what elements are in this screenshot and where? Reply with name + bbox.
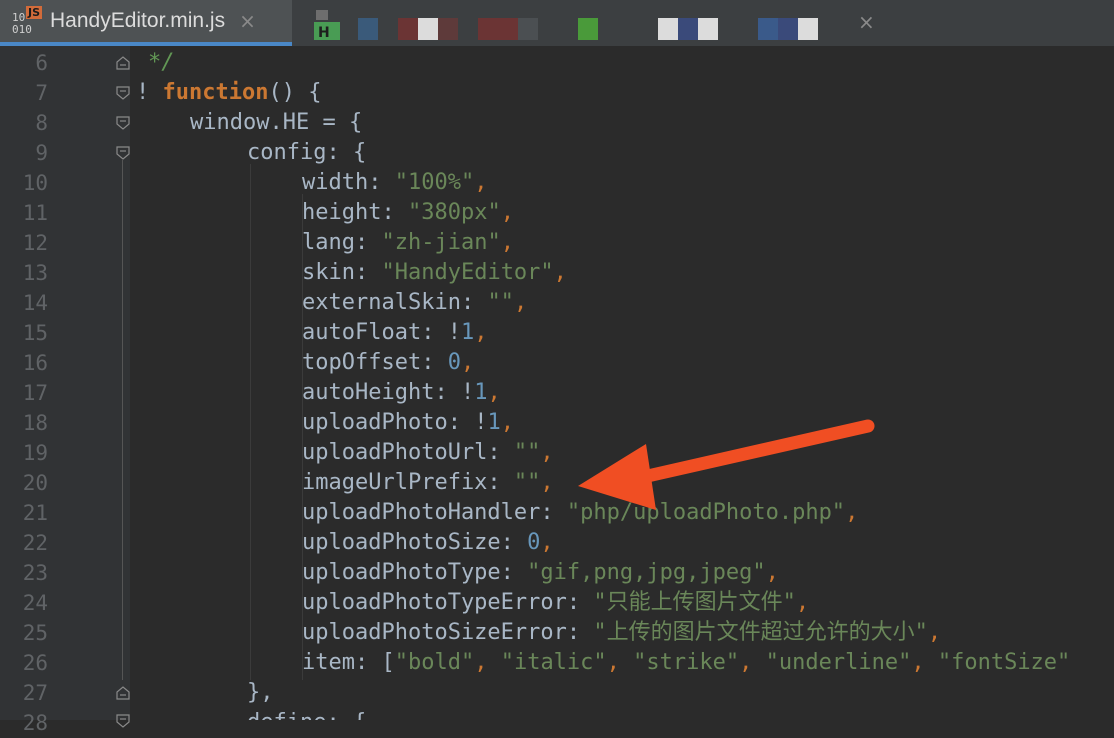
fold-start-icon[interactable] <box>116 116 130 130</box>
line-number: 14 <box>22 291 48 315</box>
code-line-13: skin: "HandyEditor", <box>302 260 567 285</box>
tab-html-file[interactable]: H × <box>292 0 898 46</box>
code-line-8: window.HE = { <box>190 110 363 135</box>
code-line-11: height: "380px", <box>302 200 514 225</box>
fold-guide <box>122 160 123 680</box>
fold-end-icon[interactable] <box>116 686 130 700</box>
line-number: 10 <box>22 171 48 195</box>
fold-end-icon[interactable] <box>116 56 130 70</box>
tab-handyeditor-min-js[interactable]: 10 010 JS HandyEditor.min.js × <box>0 0 292 46</box>
line-number: 8 <box>35 111 48 135</box>
line-number-gutter: 6 7 8 9 10 11 12 13 14 15 16 17 18 19 20… <box>0 46 130 735</box>
code-line-14: externalSkin: "", <box>302 290 528 315</box>
line-number: 9 <box>35 141 48 165</box>
code-line-26: item: ["bold", "italic", "strike", "unde… <box>302 650 1071 675</box>
js-file-icon: 10 010 JS <box>12 4 42 38</box>
code-line-6: */ <box>148 50 175 75</box>
line-number: 15 <box>22 321 48 345</box>
close-icon[interactable]: × <box>858 10 875 34</box>
js-file-icon-badge: JS <box>25 6 42 19</box>
code-line-22: uploadPhotoSize: 0, <box>302 530 554 555</box>
indent-guide <box>250 164 251 680</box>
line-number: 22 <box>22 531 48 555</box>
code-line-19: uploadPhotoUrl: "", <box>302 440 554 465</box>
line-number: 6 <box>35 51 48 75</box>
tab-title: HandyEditor.min.js <box>50 9 226 32</box>
code-line-24: uploadPhotoTypeError: "只能上传图片文件", <box>302 590 810 615</box>
code-line-25: uploadPhotoSizeError: "上传的图片文件超过允许的大小", <box>302 620 942 645</box>
line-number: 24 <box>22 591 48 615</box>
code-line-12: lang: "zh-jian", <box>302 230 514 255</box>
close-icon[interactable]: × <box>239 9 256 33</box>
line-number: 16 <box>22 351 48 375</box>
line-number: 13 <box>22 261 48 285</box>
line-number: 28 <box>22 711 48 735</box>
line-number: 12 <box>22 231 48 255</box>
fold-start-icon[interactable] <box>116 146 130 160</box>
html-file-icon-badge: H <box>318 25 330 40</box>
editor-tab-bar: 10 010 JS HandyEditor.min.js × H × <box>0 0 1114 47</box>
code-line-17: autoHeight: !1, <box>302 380 501 405</box>
code-line-10: width: "100%", <box>302 170 488 195</box>
code-line-23: uploadPhotoType: "gif,png,jpg,jpeg", <box>302 560 779 585</box>
code-line-27: }, <box>247 680 274 705</box>
code-line-28: define: { <box>247 708 366 720</box>
line-number: 21 <box>22 501 48 525</box>
line-number: 17 <box>22 381 48 405</box>
fold-start-icon[interactable] <box>116 86 130 100</box>
annotation-arrow-icon <box>578 419 875 510</box>
line-number: 18 <box>22 411 48 435</box>
code-line-7: ! function() { <box>136 80 322 105</box>
code-line-15: autoFloat: !1, <box>302 320 488 345</box>
line-number: 23 <box>22 561 48 585</box>
line-number: 7 <box>35 81 48 105</box>
line-number: 20 <box>22 471 48 495</box>
html-file-icon: H <box>314 10 340 40</box>
line-number: 11 <box>22 201 48 225</box>
line-number: 19 <box>22 441 48 465</box>
line-number: 25 <box>22 621 48 645</box>
code-editor[interactable]: */ ! function() { window.HE = { config: … <box>130 46 1114 720</box>
line-number: 26 <box>22 651 48 675</box>
code-line-9: config: { <box>247 140 367 165</box>
code-line-16: topOffset: 0, <box>302 350 475 375</box>
line-number: 27 <box>22 681 48 705</box>
code-line-20: imageUrlPrefix: "", <box>302 470 554 495</box>
code-line-18: uploadPhoto: !1, <box>302 410 514 435</box>
fold-start-icon[interactable] <box>116 714 130 728</box>
